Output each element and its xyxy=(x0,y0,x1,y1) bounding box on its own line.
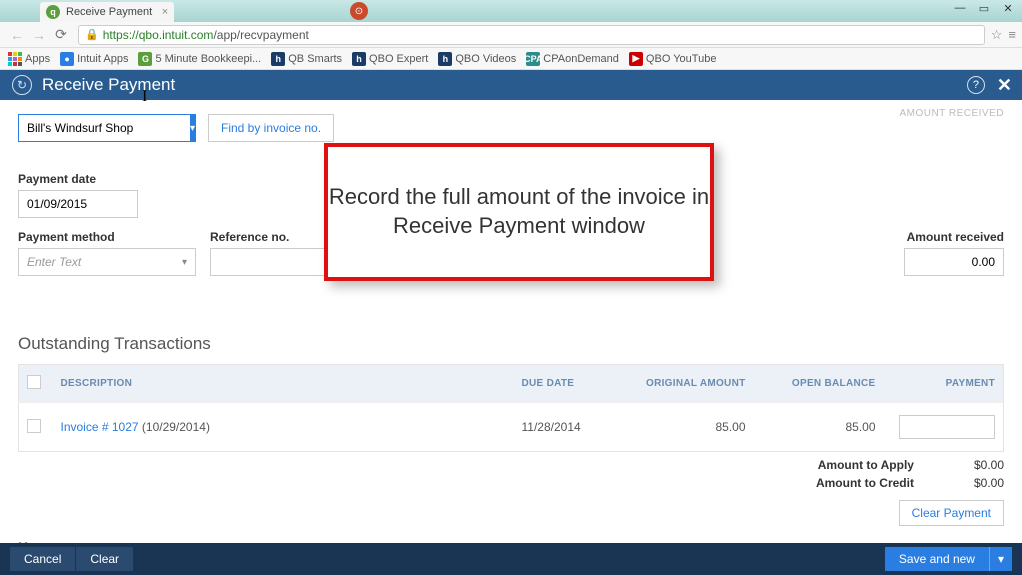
window-close-icon[interactable]: ✕ xyxy=(998,2,1018,18)
callout-text: Record the full amount of the invoice in… xyxy=(328,183,710,240)
apps-label: Apps xyxy=(25,53,50,65)
bookmark-cpa[interactable]: CPACPAonDemand xyxy=(526,52,619,66)
chevron-down-icon[interactable]: ▾ xyxy=(190,115,195,141)
window-minimize-icon[interactable]: — xyxy=(950,2,970,18)
url-host: https://qbo.intuit.com xyxy=(103,28,214,42)
footer-bar: Cancel Clear Save and new ▾ xyxy=(0,543,1022,575)
outstanding-title: Outstanding Transactions xyxy=(18,334,1004,354)
amount-to-credit-label: Amount to Credit xyxy=(816,476,914,490)
payment-method-select[interactable]: Enter Text ▾ xyxy=(18,248,196,276)
bookmark-qbovideos[interactable]: hQBO Videos xyxy=(438,52,516,66)
window-controls: — ▭ ✕ xyxy=(950,2,1018,18)
find-by-invoice-button[interactable]: Find by invoice no. xyxy=(208,114,334,142)
original-amount-cell: 85.00 xyxy=(624,403,754,452)
chrome-apps-button[interactable]: Apps xyxy=(8,52,50,66)
history-icon[interactable]: ↻ xyxy=(12,75,32,95)
youtube-icon: ▶ xyxy=(629,52,643,66)
nav-back-icon[interactable]: ← xyxy=(6,27,28,43)
invoice-link[interactable]: Invoice # 1027 xyxy=(61,420,139,434)
clear-payment-button[interactable]: Clear Payment xyxy=(899,500,1004,526)
bookmark-youtube[interactable]: ▶QBO YouTube xyxy=(629,52,717,66)
outstanding-transactions: Outstanding Transactions DESCRIPTION DUE… xyxy=(18,334,1004,526)
chevron-down-icon[interactable]: ▾ xyxy=(182,257,187,268)
cancel-button[interactable]: Cancel xyxy=(10,547,75,571)
browser-tab-strip: q Receive Payment × ⊙ — ▭ ✕ xyxy=(0,0,1022,22)
bookmark-icon: h xyxy=(352,52,366,66)
nav-reload-icon[interactable]: ⟳ xyxy=(50,26,72,43)
page-title: Receive Payment xyxy=(42,75,175,95)
save-dropdown-button[interactable]: ▾ xyxy=(989,547,1012,571)
amount-received-input[interactable] xyxy=(904,248,1004,276)
extension-icon[interactable]: ⊙ xyxy=(350,2,368,20)
bookmark-icon: ● xyxy=(60,52,74,66)
amount-to-apply-label: Amount to Apply xyxy=(818,458,914,472)
payment-date-input[interactable] xyxy=(18,190,138,218)
bookmark-qboexpert[interactable]: hQBO Expert xyxy=(352,52,428,66)
address-bar-row: ← → ⟳ 🔒 https://qbo.intuit.com/app/recvp… xyxy=(0,22,1022,48)
col-description: DESCRIPTION xyxy=(53,365,514,403)
window-maximize-icon[interactable]: ▭ xyxy=(974,2,994,18)
address-bar[interactable]: 🔒 https://qbo.intuit.com/app/recvpayment xyxy=(78,25,985,45)
payment-amount-input[interactable] xyxy=(899,415,995,439)
apps-grid-icon xyxy=(8,52,22,66)
customer-select[interactable]: ▾ xyxy=(18,114,196,142)
invoice-date-suffix: (10/29/2014) xyxy=(139,420,210,434)
transactions-table: DESCRIPTION DUE DATE ORIGINAL AMOUNT OPE… xyxy=(18,364,1004,452)
tab-close-icon[interactable]: × xyxy=(162,6,168,18)
chrome-menu-icon[interactable]: ≡ xyxy=(1008,27,1016,42)
bookmark-star-icon[interactable]: ☆ xyxy=(991,27,1003,43)
amount-to-credit-value: $0.00 xyxy=(974,476,1004,490)
bookmark-intuit-apps[interactable]: ●Intuit Apps xyxy=(60,52,128,66)
annotation-callout: Record the full amount of the invoice in… xyxy=(324,143,714,281)
bookmark-icon: h xyxy=(438,52,452,66)
clear-button[interactable]: Clear xyxy=(76,547,133,571)
amount-received-label: Amount received xyxy=(904,230,1004,244)
page-header: ↻ Receive Payment I ? ✕ xyxy=(0,70,1022,100)
bookmark-icon: G xyxy=(138,52,152,66)
qbo-favicon: q xyxy=(46,5,60,19)
bookmark-5min[interactable]: G5 Minute Bookkeepi... xyxy=(138,52,261,66)
col-payment: PAYMENT xyxy=(884,365,1004,403)
col-open-balance: OPEN BALANCE xyxy=(754,365,884,403)
select-all-checkbox[interactable] xyxy=(27,375,41,389)
browser-tab[interactable]: q Receive Payment × xyxy=(40,2,174,22)
nav-forward-icon[interactable]: → xyxy=(28,27,50,43)
payment-method-placeholder: Enter Text xyxy=(27,255,81,269)
row-checkbox[interactable] xyxy=(27,419,41,433)
customer-input[interactable] xyxy=(19,121,190,135)
save-and-new-button[interactable]: Save and new xyxy=(885,547,989,571)
due-date-cell: 11/28/2014 xyxy=(514,403,624,452)
bookmark-icon: CPA xyxy=(526,52,540,66)
table-row: Invoice # 1027 (10/29/2014) 11/28/2014 8… xyxy=(19,403,1004,452)
payment-method-label: Payment method xyxy=(18,230,196,244)
open-balance-cell: 85.00 xyxy=(754,403,884,452)
tab-title: Receive Payment xyxy=(66,6,152,18)
url-path: /app/recvpayment xyxy=(213,28,308,42)
reference-no-input[interactable] xyxy=(210,248,336,276)
col-original-amount: ORIGINAL AMOUNT xyxy=(624,365,754,403)
bookmarks-bar: Apps ●Intuit Apps G5 Minute Bookkeepi...… xyxy=(0,48,1022,70)
col-due-date: DUE DATE xyxy=(514,365,624,403)
amount-to-apply-value: $0.00 xyxy=(974,458,1004,472)
bookmark-qbsmarts[interactable]: hQB Smarts xyxy=(271,52,342,66)
close-icon[interactable]: ✕ xyxy=(997,75,1012,96)
amount-received-header: AMOUNT RECEIVED xyxy=(899,108,1004,119)
lock-icon: 🔒 xyxy=(85,28,99,41)
bookmark-icon: h xyxy=(271,52,285,66)
help-icon[interactable]: ? xyxy=(967,76,985,94)
